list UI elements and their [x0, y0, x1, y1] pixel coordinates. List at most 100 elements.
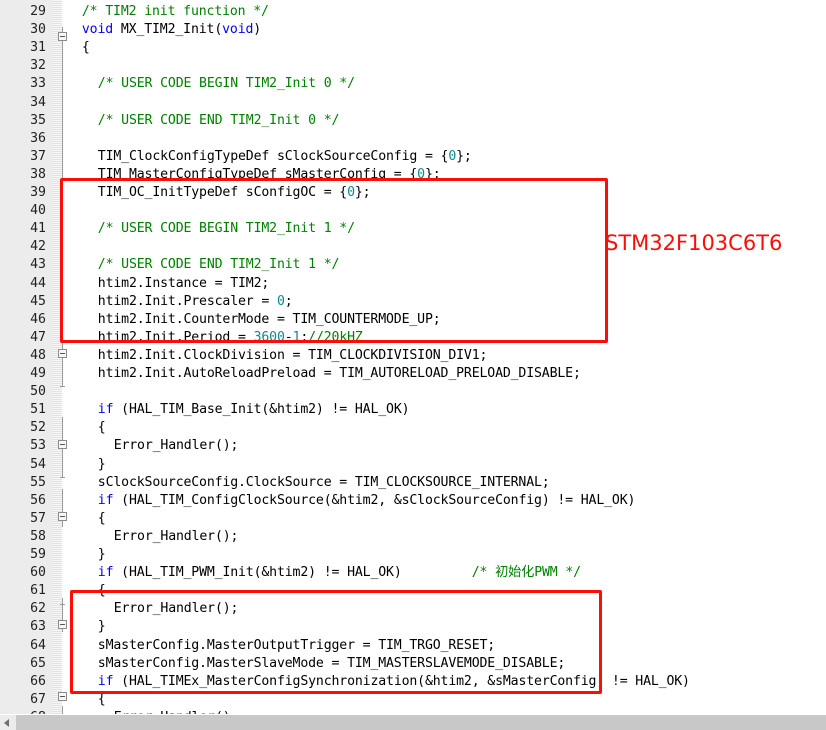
code-line-text: } [98, 456, 106, 474]
code-token: 0 [448, 148, 457, 164]
code-line-text: htim2.Init.ClockDivision = TIM_CLOCKDIVI… [98, 347, 488, 365]
code-editor: 29 /* TIM2 init function */ 30 void MX_TIM2… [0, 0, 826, 730]
code-line[interactable]: 54} [0, 456, 826, 474]
code-token: { [97, 583, 106, 599]
code-line[interactable]: 46 htim2.Init.CounterMode = TIM_COUNTERMO… [0, 311, 826, 329]
code-line-text: { [82, 39, 90, 57]
code-token: if [97, 565, 114, 581]
fold-end-marker [60, 604, 65, 605]
code-line[interactable]: 40 [0, 202, 826, 220]
code-line-text: if (HAL_TIMEx_MasterConfigSynchronizatio… [98, 673, 690, 691]
line-number: 54 [30, 456, 46, 472]
line-number: 67 [30, 691, 46, 707]
horizontal-scroll-thumb[interactable] [16, 715, 826, 730]
code-line-text: htim2.Init.Period = 3600-1;//20kHZ [98, 329, 363, 347]
fold-toggle-line-31[interactable] [58, 32, 67, 41]
horizontal-scrollbar[interactable] [0, 714, 826, 730]
code-line[interactable]: 45 htim2.Init.Prescaler = 0; [0, 293, 826, 311]
line-number: 32 [30, 58, 46, 74]
code-line-text: Error_Handler(); [114, 528, 239, 546]
code-token: }; [456, 148, 472, 164]
code-line-text: htim2.Init.AutoReloadPreload = TIM_AUTOR… [98, 365, 581, 383]
code-line[interactable]: 38 TIM_MasterConfigTypeDef sMasterConfig … [0, 166, 826, 184]
code-token: htim2.Init.AutoReloadPreload = TIM_AUTOR… [97, 366, 581, 381]
code-line[interactable]: 62 Error_Handler(); [0, 600, 826, 618]
fold-toggle-line-67[interactable] [58, 620, 67, 629]
scroll-left-button[interactable] [0, 715, 16, 730]
code-line[interactable]: 34 [0, 94, 826, 112]
code-line[interactable]: 53 Error_Handler(); [0, 437, 826, 455]
line-number: 65 [30, 655, 46, 671]
code-line[interactable]: 32 [0, 57, 826, 75]
code-line[interactable]: 30 void MX_TIM2_Init(void) [0, 21, 826, 39]
line-number: 60 [30, 565, 46, 581]
code-token: MX_TIM2_Init( [113, 22, 223, 38]
code-line[interactable]: 57 { [0, 510, 826, 528]
code-line[interactable]: 52 { [0, 419, 826, 437]
fold-toggle-line-75[interactable] [58, 692, 67, 701]
code-token: (HAL_TIM_Base_Init(&htim2) != HAL_OK) [113, 402, 410, 418]
code-line[interactable]: 59} [0, 546, 826, 564]
code-token: void [81, 22, 114, 38]
code-token: //20kHZ [308, 329, 363, 345]
code-line-text: htim2.Init.CounterMode = TIM_COUNTERMODE… [98, 311, 441, 329]
line-number: 39 [30, 185, 46, 200]
code-token: sMasterConfig.MasterOutputTrigger = TIM_… [97, 637, 496, 653]
code-line[interactable]: 58 Error_Handler(); [0, 528, 826, 546]
code-line-text: htim2.Instance = TIM2; [98, 275, 270, 293]
line-number: 44 [30, 275, 46, 291]
code-line[interactable]: 48 htim2.Init.ClockDivision = TIM_CLOCKDI… [0, 347, 826, 365]
code-token: - [284, 329, 293, 345]
code-line-text: sMasterConfig.MasterOutputTrigger = TIM_… [98, 637, 495, 655]
code-line-text: if (HAL_TIM_PWM_Init(&htim2) != HAL_OK) … [98, 564, 581, 582]
fold-guide-line [62, 27, 63, 307]
fold-end-marker [60, 386, 65, 387]
fold-toggle-line-57[interactable] [58, 440, 67, 449]
code-line[interactable]: 51 if (HAL_TIM_Base_Init(&htim2) != HAL_O… [0, 401, 826, 419]
code-line[interactable]: 36 [0, 130, 826, 148]
code-line[interactable]: 61 { [0, 582, 826, 600]
code-line[interactable]: 65 sMasterConfig.MasterSlaveMode = TIM_MA… [0, 655, 826, 673]
fold-toggle-line-52[interactable] [58, 349, 67, 358]
code-token: } [97, 619, 106, 635]
code-line[interactable]: 31 { [0, 39, 826, 57]
code-line[interactable]: 63} [0, 618, 826, 636]
code-line[interactable]: 66 if (HAL_TIMEx_MasterConfigSynchronizat… [0, 673, 826, 691]
code-line-text: { [98, 419, 106, 437]
line-number: 48 [30, 347, 46, 363]
code-line[interactable]: 35 /* USER CODE END TIM2_Init 0 */ [0, 112, 826, 130]
fold-toggle-line-61[interactable] [58, 512, 67, 521]
code-token: 0 [276, 293, 285, 309]
code-line[interactable]: 67 { [0, 691, 826, 709]
code-token: TIM_OC_InitTypeDef sConfigOC = { [97, 185, 348, 200]
line-number: 42 [30, 239, 46, 255]
code-content-area[interactable]: 29 /* TIM2 init function */ 30 void MX_TIM2… [0, 0, 826, 730]
code-line-text: Error_Handler(); [114, 437, 239, 455]
code-line[interactable]: 49 htim2.Init.AutoReloadPreload = TIM_AUT… [0, 365, 826, 383]
code-line[interactable]: 56 if (HAL_TIM_ConfigClockSource(&htim2, … [0, 492, 826, 510]
code-line[interactable]: 39 TIM_OC_InitTypeDef sConfigOC = {0}; [0, 184, 826, 202]
code-line[interactable]: 47 htim2.Init.Period = 3600-1;//20kHZ [0, 329, 826, 347]
code-token: (HAL_TIM_ConfigClockSource(&htim2, &sClo… [113, 492, 636, 508]
code-line[interactable]: 29 /* TIM2 init function */ [0, 3, 826, 21]
code-token: TIM_ClockConfigTypeDef sClockSourceConfi… [97, 148, 449, 164]
code-token: sClockSourceConfig.ClockSource = TIM_CLO… [97, 474, 550, 490]
line-number: 50 [30, 384, 46, 400]
code-line-text: if (HAL_TIM_Base_Init(&htim2) != HAL_OK) [98, 401, 410, 419]
line-number: 37 [30, 148, 46, 164]
code-line[interactable]: 37 TIM_ClockConfigTypeDef sClockSourceCon… [0, 148, 826, 166]
code-token: void [222, 22, 254, 38]
code-line[interactable]: 43 /* USER CODE END TIM2_Init 1 */ [0, 256, 826, 274]
code-line[interactable]: 50 [0, 383, 826, 401]
code-line[interactable]: 44 htim2.Instance = TIM2; [0, 275, 826, 293]
line-number: 57 [30, 510, 46, 526]
code-line-text: { [98, 510, 106, 528]
code-token: Error_Handler(); [113, 438, 239, 454]
line-number: 58 [30, 528, 46, 544]
code-line[interactable]: 55 sClockSourceConfig.ClockSource = TIM_C… [0, 474, 826, 492]
line-number: 45 [30, 293, 46, 309]
code-line[interactable]: 33 /* USER CODE BEGIN TIM2_Init 0 */ [0, 75, 826, 93]
code-line[interactable]: 64 sMasterConfig.MasterOutputTrigger = TI… [0, 637, 826, 655]
code-line[interactable]: 60 if (HAL_TIM_PWM_Init(&htim2) != HAL_OK… [0, 564, 826, 582]
